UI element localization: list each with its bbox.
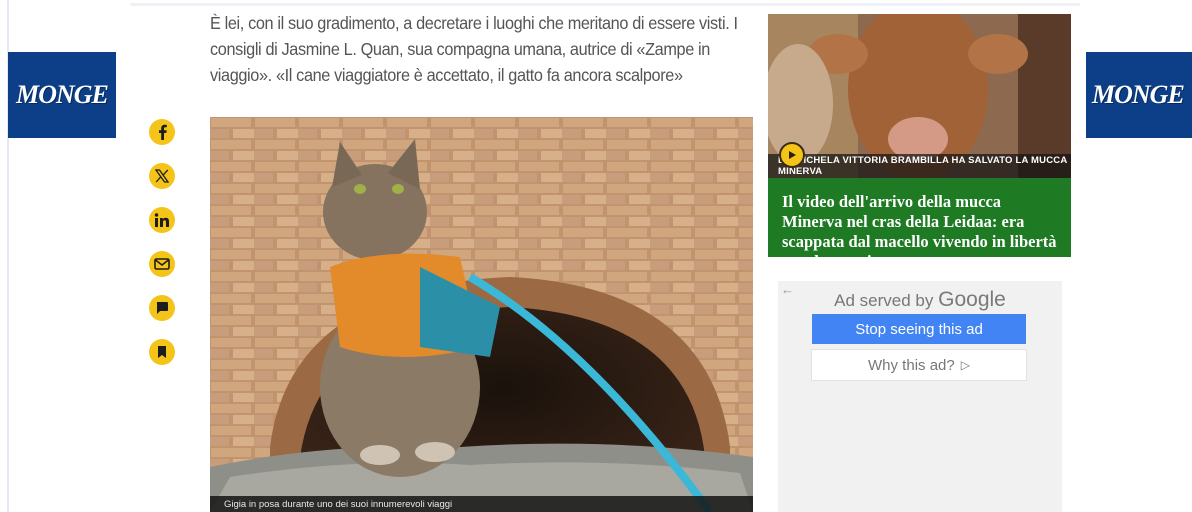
mail-icon	[154, 258, 170, 270]
adchoices-icon: ▷	[960, 358, 970, 372]
top-divider	[130, 3, 1080, 6]
ad-served-label: Ad served by Google	[778, 288, 1062, 312]
google-ad-panel: ← Ad served by Google Stop seeing this a…	[778, 281, 1062, 512]
monge-logo: MONGE	[1092, 80, 1185, 109]
facebook-icon	[159, 124, 167, 140]
facebook-share-button[interactable]	[149, 119, 175, 145]
why-this-ad-label: Why this ad?	[868, 356, 955, 374]
x-icon	[155, 169, 169, 183]
linkedin-icon	[154, 213, 169, 227]
linkedin-share-button[interactable]	[149, 207, 175, 233]
video-strip-text: L... MICHELA VITTORIA BRAMBILLA HA SALVA…	[778, 155, 1068, 177]
monge-ad-right[interactable]: MONGE	[1086, 52, 1192, 138]
google-logo: Google	[938, 288, 1006, 311]
x-share-button[interactable]	[149, 163, 175, 189]
bookmark-button[interactable]	[149, 339, 175, 365]
article-lead: È lei, con il suo gradimento, a decretar…	[210, 13, 738, 85]
share-bar	[149, 119, 177, 383]
comments-button[interactable]	[149, 295, 175, 321]
monge-ad-left[interactable]: MONGE	[8, 52, 116, 138]
email-share-button[interactable]	[149, 251, 175, 277]
photo-caption: Gigia in posa durante uno dei suoi innum…	[210, 496, 753, 512]
video-strip: L... MICHELA VITTORIA BRAMBILLA HA SALVA…	[768, 154, 1071, 178]
article-photo[interactable]: Gigia in posa durante uno dei suoi innum…	[210, 117, 753, 512]
cat-on-wall-image	[210, 117, 753, 512]
video-card[interactable]: L... MICHELA VITTORIA BRAMBILLA HA SALVA…	[768, 14, 1071, 271]
stop-seeing-ad-label: Stop seeing this ad	[855, 320, 983, 338]
stop-seeing-ad-button[interactable]: Stop seeing this ad	[812, 314, 1026, 344]
play-icon	[789, 151, 796, 159]
video-thumbnail[interactable]: L... MICHELA VITTORIA BRAMBILLA HA SALVA…	[768, 14, 1071, 178]
comment-icon	[156, 302, 168, 314]
video-title[interactable]: Il video dell'arrivo della mucca Minerva…	[768, 178, 1071, 271]
ad-served-prefix: Ad served by	[834, 291, 934, 310]
monge-logo: MONGE	[16, 80, 109, 109]
bookmark-icon	[158, 346, 166, 358]
why-this-ad-button[interactable]: Why this ad? ▷	[812, 350, 1026, 380]
play-button[interactable]	[779, 142, 805, 168]
